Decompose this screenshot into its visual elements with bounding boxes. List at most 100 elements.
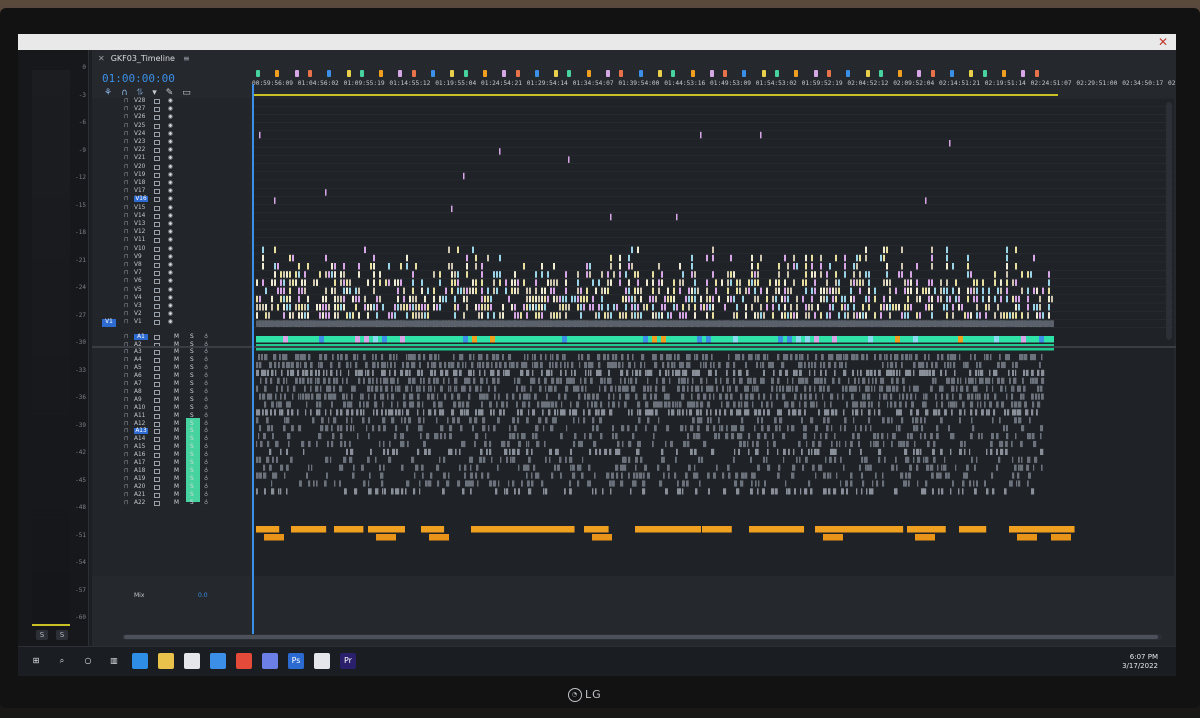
audio-clip[interactable] [450,448,453,455]
video-clip[interactable] [1006,287,1008,295]
audio-clip[interactable] [609,409,613,416]
audio-clip[interactable] [402,409,404,416]
audio-clip[interactable] [924,369,926,376]
audio-clip[interactable] [649,369,653,376]
audio-clip[interactable] [822,393,824,400]
audio-clip[interactable] [817,377,820,384]
audio-clip[interactable] [988,377,991,384]
audio-clip[interactable] [1006,393,1008,400]
video-clip[interactable] [988,287,990,295]
video-clip[interactable] [817,304,819,311]
video-clip[interactable] [880,312,882,319]
audio-clip[interactable] [344,440,347,448]
audio-clip[interactable] [376,409,379,416]
video-clip[interactable] [787,287,789,295]
video-clip[interactable] [904,312,906,319]
audio-clip[interactable] [612,361,615,369]
audio-clip[interactable] [508,369,510,376]
audio-clip-segment[interactable] [652,336,657,343]
audio-clip[interactable] [771,385,774,392]
video-clip[interactable] [634,295,636,303]
cortana-icon[interactable]: ○ [80,653,96,669]
audio-clip[interactable] [428,480,432,487]
audio-clip[interactable] [733,377,736,384]
video-clip[interactable] [517,279,519,286]
audio-clip[interactable] [382,417,386,424]
sequence-marker[interactable] [846,70,851,77]
audio-clip[interactable] [543,488,545,495]
video-clip[interactable] [343,295,345,303]
sync-lock-icon[interactable] [154,148,160,154]
audio-clip[interactable] [670,440,674,448]
audio-clip[interactable] [830,354,834,361]
audio-clip[interactable] [777,354,780,361]
video-clip[interactable] [697,287,699,295]
audio-clip[interactable] [595,448,598,455]
audio-clip[interactable] [891,464,895,471]
audio-clip[interactable] [383,448,386,455]
audio-clip[interactable] [843,354,845,361]
music-clip[interactable] [702,526,732,533]
audio-clip-segment[interactable] [319,336,324,343]
video-clip[interactable] [601,287,603,295]
audio-clip[interactable] [392,377,395,384]
audio-clip[interactable] [493,425,496,432]
audio-clip[interactable] [907,433,910,440]
video-clip[interactable] [688,287,690,295]
audio-clip[interactable] [948,472,950,479]
video-clip[interactable] [427,287,429,295]
audio-clip[interactable] [913,456,915,463]
audio-clip[interactable] [333,393,337,400]
audio-clip[interactable] [405,369,409,376]
video-clip[interactable] [955,279,957,286]
video-clip[interactable] [517,312,519,319]
audio-clip[interactable] [804,409,806,416]
audio-clip[interactable] [699,480,701,487]
video-clip[interactable] [916,295,918,303]
audio-clip[interactable] [420,433,422,440]
video-clip[interactable] [505,287,507,295]
audio-clip[interactable] [300,361,302,369]
sync-lock-icon[interactable] [154,107,160,113]
video-clip[interactable] [379,279,381,286]
audio-clip[interactable] [578,393,581,400]
audio-clip[interactable] [742,425,745,432]
audio-clip[interactable] [976,480,978,487]
sequence-marker[interactable] [502,70,507,77]
solo-button[interactable]: S [190,460,194,466]
playhead-timecode[interactable]: 01:00:00:00 [102,72,175,85]
audio-clip[interactable] [545,417,548,424]
audio-clip[interactable] [733,401,736,408]
audio-clip[interactable] [800,488,802,495]
audio-clip[interactable] [375,456,377,463]
video-clip[interactable] [661,279,663,286]
video-clip[interactable] [793,263,795,270]
audio-clip-segment[interactable] [373,336,378,343]
sequence-marker[interactable] [346,70,351,77]
video-clip[interactable] [835,287,837,295]
audio-clip[interactable] [936,409,938,416]
video-clip[interactable] [544,304,546,311]
video-clip[interactable] [514,279,516,286]
audio-clip[interactable] [419,385,421,392]
audio-clip-segment[interactable] [697,336,702,343]
audio-clip[interactable] [385,377,389,384]
lock-icon[interactable]: ⊓ [124,98,129,104]
video-clip[interactable] [1027,287,1029,295]
audio-clip[interactable] [931,361,934,369]
audio-clip[interactable] [697,425,700,432]
eye-icon[interactable]: ◉ [168,319,173,325]
music-clip[interactable] [815,526,855,533]
audio-clip[interactable] [287,409,290,416]
video-clip[interactable] [394,304,396,311]
audio-clip[interactable] [903,385,906,392]
audio-clip[interactable] [628,409,630,416]
video-clip[interactable] [274,279,276,286]
video-clip[interactable] [259,131,261,139]
audio-clip[interactable] [707,472,710,479]
sequence-marker[interactable] [294,70,299,77]
mic-icon[interactable]: ♁ [204,365,208,371]
audio-clip[interactable] [583,409,585,416]
audio-clip[interactable] [703,440,707,448]
music-clip[interactable] [368,526,405,533]
